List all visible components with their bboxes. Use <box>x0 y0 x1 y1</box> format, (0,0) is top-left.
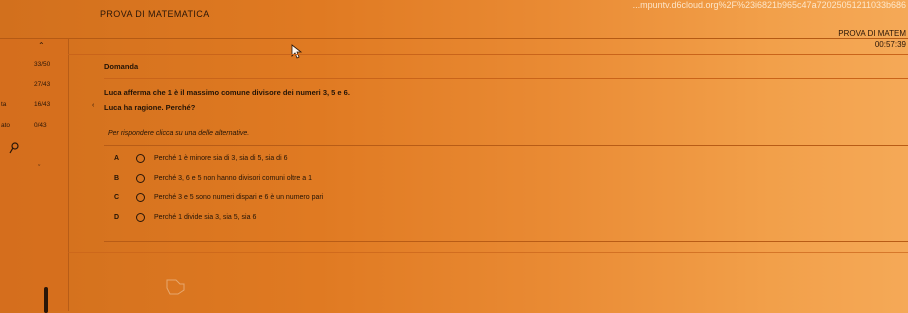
option-text: Perché 3, 6 e 5 non hanno divisori comun… <box>154 174 312 182</box>
option-letter: D <box>114 213 120 221</box>
chevron-up-icon[interactable]: ⌃ <box>38 41 45 50</box>
sidebar-item-label: ta <box>1 101 7 108</box>
cursor-icon <box>291 44 303 59</box>
option-text: Perché 1 è minore sia di 3, sia di 5, si… <box>154 154 288 162</box>
scrollbar-thumb[interactable] <box>44 287 48 313</box>
question-text: Luca afferma che 1 è il massimo comune d… <box>104 88 350 97</box>
option-text: Perché 1 divide sia 3, sia 5, sia 6 <box>154 213 257 221</box>
divider <box>104 145 908 146</box>
option-text: Perché 3 e 5 sono numeri dispari e 6 è u… <box>154 193 324 201</box>
sidebar-item[interactable]: 33/50 <box>34 61 50 68</box>
top-bar: ...mpuntv.d6cloud.org%2F%23i6821b965c47a… <box>0 0 908 49</box>
radio-button[interactable] <box>136 192 145 202</box>
divider <box>68 252 908 253</box>
option-letter: B <box>114 174 120 182</box>
sidebar-item[interactable]: ta 16/43 <box>1 101 50 108</box>
hand-pointer-icon <box>166 279 185 295</box>
sidebar-item-label: ato <box>1 122 11 129</box>
option-letter: A <box>114 154 120 162</box>
question-heading: Domanda <box>104 62 139 71</box>
answer-option-a[interactable]: A Perché 1 è minore sia di 3, sia di 5, … <box>114 151 287 165</box>
divider <box>68 54 908 55</box>
app-title: PROVA DI MATEMATICA <box>100 9 210 19</box>
option-letter: C <box>114 193 120 201</box>
timer: 00:57:39 <box>874 40 906 49</box>
divider <box>104 241 908 242</box>
sidebar-item-value: 33/50 <box>34 61 51 68</box>
sidebar: ⌃ 33/50 27/43 ta 16/43 ato 0/43 ˇ <box>0 39 69 313</box>
sidebar-item-value: 27/43 <box>34 81 51 88</box>
radio-button[interactable] <box>136 153 145 163</box>
instruction-text: Per rispondere clicca su una delle alter… <box>108 130 250 137</box>
radio-button[interactable] <box>136 173 145 183</box>
chevron-down-icon[interactable]: ˇ <box>38 165 40 172</box>
collapse-arrow-icon[interactable]: ‹ <box>92 102 94 109</box>
search-icon[interactable] <box>9 142 19 157</box>
header-right: PROVA DI MATEM 00:57:39 <box>838 28 906 50</box>
question-prompt: Luca ha ragione. Perché? <box>104 103 196 112</box>
sidebar-item[interactable]: ato 0/43 <box>1 122 47 129</box>
browser-url[interactable]: ...mpuntv.d6cloud.org%2F%23i6821b965c47a… <box>633 0 906 10</box>
radio-button[interactable] <box>136 212 145 222</box>
answer-option-b[interactable]: B Perché 3, 6 e 5 non hanno divisori com… <box>114 171 312 185</box>
divider <box>104 78 908 79</box>
answer-option-c[interactable]: C Perché 3 e 5 sono numeri dispari e 6 è… <box>114 190 323 204</box>
header-divider <box>0 38 908 39</box>
sidebar-item[interactable]: 27/43 <box>34 81 50 88</box>
answer-option-d[interactable]: D Perché 1 divide sia 3, sia 5, sia 6 <box>114 210 256 224</box>
